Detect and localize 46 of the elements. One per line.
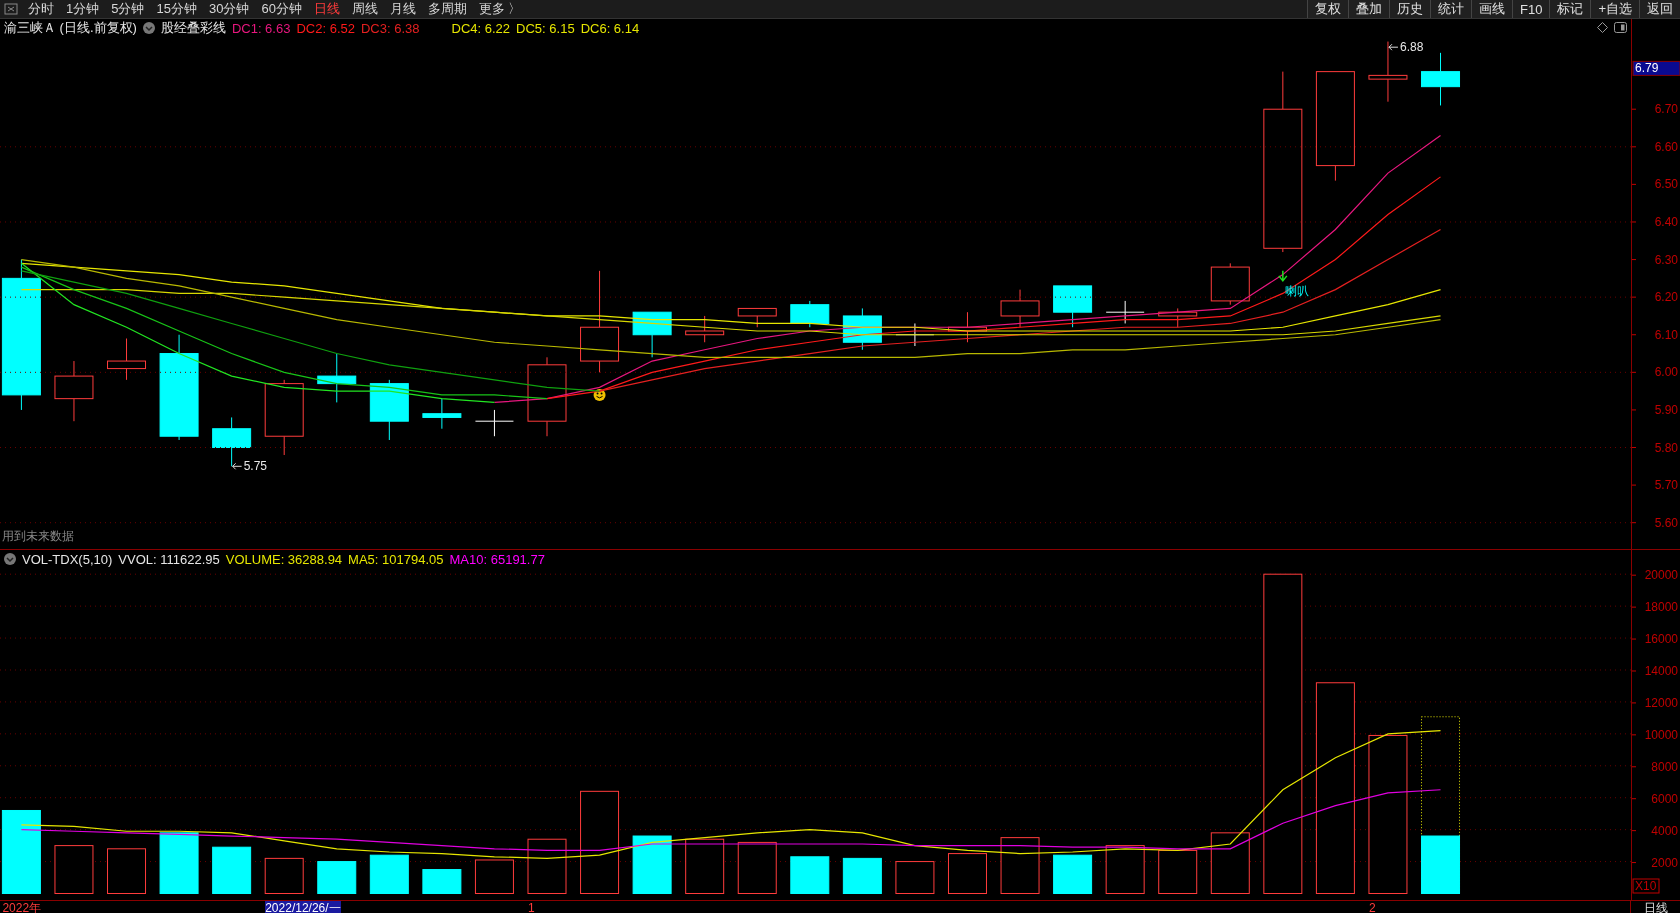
axis-label: 6.10 bbox=[1654, 327, 1678, 342]
scale-tag: X10 bbox=[1632, 878, 1660, 894]
indicator-value: DC1: 6.63 bbox=[231, 20, 291, 36]
signal-label: 喇叭 bbox=[1284, 283, 1309, 298]
indicator-value: DC6: 6.14 bbox=[580, 20, 640, 36]
axis-label: 2000 bbox=[1651, 855, 1678, 870]
warning-note: 用到未来数据 bbox=[2, 528, 74, 545]
date-label: 2022年 bbox=[2, 901, 42, 913]
axis-label: 14000 bbox=[1644, 664, 1678, 678]
current-price-tag: 6.79 bbox=[1632, 60, 1680, 76]
axis-label: 4000 bbox=[1651, 823, 1678, 838]
axis-label: 16000 bbox=[1644, 632, 1678, 647]
axis-label: 5.70 bbox=[1654, 478, 1678, 493]
indicator-name: VOL-TDX(5,10) bbox=[22, 551, 113, 567]
indicator-value: DC2: 6.52 bbox=[296, 20, 355, 36]
axis-label: 18000 bbox=[1644, 600, 1678, 615]
axis-label: 5.60 bbox=[1654, 515, 1678, 530]
axis-label: 6000 bbox=[1651, 791, 1678, 806]
axis-label: 6.40 bbox=[1654, 215, 1678, 229]
date-label: 2022/12/26/一 bbox=[265, 901, 341, 913]
axis-label: 6.60 bbox=[1654, 139, 1678, 154]
indicator-value: MA5: 101794.05 bbox=[348, 551, 444, 567]
axis-label: 6.30 bbox=[1654, 252, 1678, 267]
axis-label: 6.00 bbox=[1654, 365, 1678, 380]
indicator-value: VOLUME: 36288.94 bbox=[225, 551, 343, 567]
axis-label: 20000 bbox=[1644, 568, 1678, 583]
stock-title: 渝三峡Ａ (日线.前复权) bbox=[4, 19, 137, 37]
indicator-name: 股经叠彩线 bbox=[160, 19, 226, 37]
indicator-value: MA10: 65191.77 bbox=[449, 551, 545, 567]
axis-label: 5.90 bbox=[1654, 402, 1678, 417]
date-label: 1 bbox=[528, 901, 535, 913]
axis-label: 6.50 bbox=[1654, 177, 1678, 192]
axis-label: 6.20 bbox=[1654, 290, 1678, 305]
price-annotation: 5.75 bbox=[243, 459, 267, 474]
axis-label: 10000 bbox=[1644, 727, 1678, 742]
axis-label: 6.70 bbox=[1654, 102, 1678, 117]
axis-label: 12000 bbox=[1644, 695, 1678, 710]
axis-label: 5.80 bbox=[1654, 440, 1678, 455]
indicator-value: DC4: 6.22 bbox=[451, 20, 511, 36]
price-annotation: 6.88 bbox=[1399, 40, 1424, 55]
indicator-value: DC3: 6.38 bbox=[361, 20, 420, 36]
period-label: 日线 bbox=[1630, 901, 1680, 913]
indicator-value: VVOL: 111622.95 bbox=[118, 551, 220, 567]
axis-label: 8000 bbox=[1651, 759, 1678, 774]
date-label: 2 bbox=[1368, 901, 1376, 913]
indicator-value: DC5: 6.15 bbox=[516, 20, 575, 36]
